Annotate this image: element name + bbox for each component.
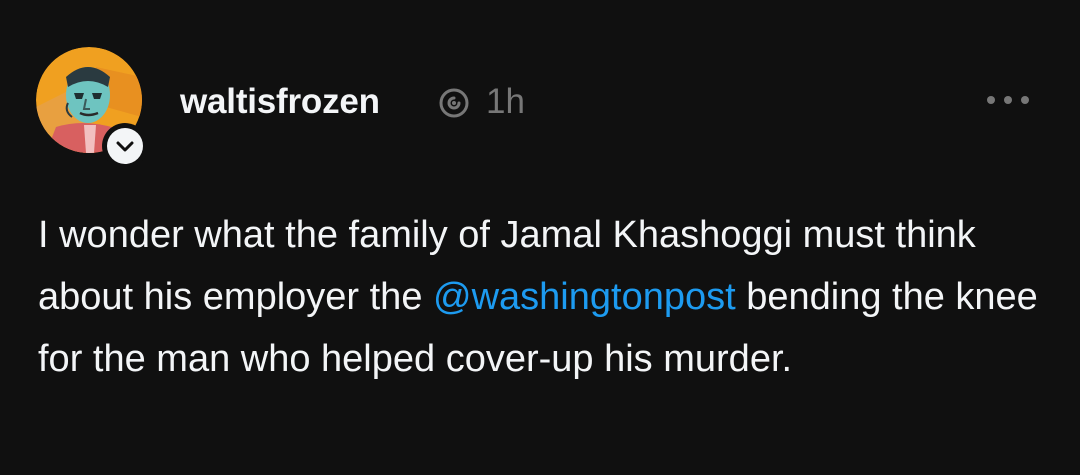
threads-icon bbox=[436, 85, 472, 121]
follow-badge[interactable] bbox=[102, 123, 148, 169]
more-options-icon[interactable] bbox=[982, 90, 1034, 110]
chevron-down-icon bbox=[116, 141, 134, 152]
follow-badge-circle bbox=[107, 128, 143, 164]
mention-link[interactable]: @washingtonpost bbox=[433, 276, 736, 318]
post-card: waltisfrozen 1h I wonder what the family… bbox=[0, 0, 1080, 475]
author-username[interactable]: waltisfrozen bbox=[180, 82, 380, 122]
avatar-container[interactable] bbox=[36, 47, 148, 169]
post-text: I wonder what the family of Jamal Khasho… bbox=[38, 204, 1048, 390]
post-timestamp: 1h bbox=[486, 82, 525, 121]
